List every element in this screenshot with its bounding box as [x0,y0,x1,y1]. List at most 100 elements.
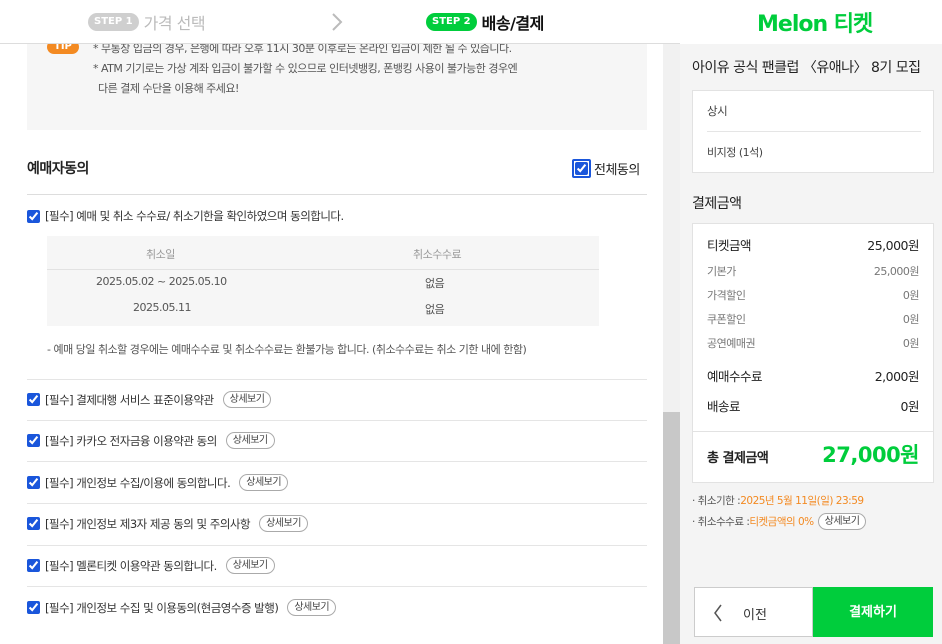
view-detail-button[interactable]: 상세보기 [225,557,275,574]
step-2-label: 배송/결제 [481,14,545,33]
scrollbar-thumb[interactable] [663,412,680,644]
agreement-item-cancel-fee[interactable]: [필수] 예매 및 취소 수수료/ 취소기한을 확인하였으며 동의합니다. [27,208,344,224]
agreement-checkbox[interactable] [27,209,40,223]
view-detail-button[interactable]: 상세보기 [817,513,867,530]
delivery-fee-line: 배송료 0원 [707,396,920,415]
total-amount-label: 총 결제금액 [707,451,769,466]
cancel-deadline-info: · 취소기한 : 2025년 5월 11일(일) 23:59 [692,493,864,508]
ticket-amount-value: 25,000원 [867,238,919,253]
tip-line: 다른 결제 수단을 이용해 주세요! [98,82,239,95]
divider [27,379,647,380]
step-2-badge: STEP 2 [426,13,477,31]
base-price-value: 25,000원 [873,265,920,278]
view-detail-button[interactable]: 상세보기 [239,474,289,491]
chevron-left-icon [714,604,722,622]
prev-button[interactable]: 이전 [694,587,813,637]
divider [693,431,933,432]
prev-button-label: 이전 [743,607,767,622]
step-2-delivery-payment[interactable]: STEP 2 배송/결제 [426,10,544,34]
divider [27,420,647,421]
cancel-fee-value: 티켓금액의 0% [749,516,814,528]
agreement-checkbox[interactable] [27,476,40,489]
delivery-fee-value: 0원 [900,399,920,414]
agreement-checkbox[interactable] [27,559,40,572]
pay-button[interactable]: 결제하기 [813,587,933,637]
tip-line: * ATM 기기로는 가상 계좌 입금이 불가할 수 있으므로 인터넷뱅킹, 폰… [93,62,518,75]
agree-all-label: 전체동의 [594,163,640,178]
agreement-item-kakao-terms[interactable]: [필수] 카카오 전자금융 이용약관 동의 상세보기 [27,432,275,449]
show-voucher-label: 공연예매권 [707,337,756,350]
agree-all-checkbox-frame [572,159,591,178]
melon-ticket-logo: Melon 티켓 [757,12,873,37]
agreement-item-label: [필수] 카카오 전자금융 이용약관 동의 [45,433,217,448]
scrollbar[interactable] [663,44,680,644]
payment-step-panel: STEP 1 가격 선택 STEP 2 배송/결제 TIP * 무통장 입금의 … [0,0,680,644]
seat-info-box: 상시 비지정 (1석) [692,90,934,173]
coupon-discount-label: 쿠폰할인 [707,313,746,326]
booking-page: STEP 1 가격 선택 STEP 2 배송/결제 TIP * 무통장 입금의 … [0,0,942,644]
booking-fee-line: 예매수수료 2,000원 [707,366,920,385]
divider [27,194,647,195]
price-discount-value: 0원 [902,289,920,302]
tip-box: TIP * 무통장 입금의 경우, 은행에 따라 오후 11시 30분 이후로는… [27,44,647,130]
agreement-item-label: [필수] 개인정보 제3자 제공 동의 및 주의사항 [45,516,251,531]
step-1-badge: STEP 1 [88,13,139,31]
delivery-fee-label: 배송료 [707,399,741,414]
cancel-fee-table: 취소일 취소수수료 2025.05.02 ~ 2025.05.10 없음 202… [47,236,599,326]
table-header-cancel-date: 취소일 [146,248,175,261]
show-voucher-value: 0원 [902,337,920,350]
divider [27,461,647,462]
table-cell: 없음 [425,277,445,290]
cancel-deadline-value: 2025년 5월 11일(일) 23:59 [740,495,864,507]
logo-bar: Melon 티켓 [680,0,942,44]
table-cell: 2025.05.02 ~ 2025.05.10 [96,275,227,288]
cancel-fee-info: · 취소수수료 : 티켓금액의 0% 상세보기 [692,513,867,530]
table-header-cancel-fee: 취소수수료 [413,248,462,261]
table-cell: 2025.05.11 [133,301,191,314]
agree-all-checkbox[interactable] [575,162,588,175]
agreement-item-privacy-collect[interactable]: [필수] 개인정보 수집/이용에 동의합니다. 상세보기 [27,474,289,491]
table-header-divider [47,269,599,270]
booking-fee-value: 2,000원 [874,369,920,384]
agreement-item-third-party[interactable]: [필수] 개인정보 제3자 제공 동의 및 주의사항 상세보기 [27,515,308,532]
schedule-text: 상시 [707,104,728,118]
view-detail-button[interactable]: 상세보기 [259,515,308,532]
cancel-fee-label: · 취소수수료 : [692,516,750,528]
total-amount-value: 27,000원 [822,443,919,467]
coupon-discount-line: 쿠폰할인 0원 [707,311,920,327]
agreement-item-melon-terms[interactable]: [필수] 멜론티켓 이용약관 동의합니다. 상세보기 [27,557,275,574]
divider [27,545,647,546]
agreement-item-label: [필수] 개인정보 수집 및 이용동의(현금영수증 발행) [45,600,279,615]
tip-line: * 무통장 입금의 경우, 은행에 따라 오후 11시 30분 이후로는 온라인… [93,44,512,55]
agreement-item-cash-receipt[interactable]: [필수] 개인정보 수집 및 이용동의(현금영수증 발행) 상세보기 [27,599,337,616]
total-amount-line: 총 결제금액 27,000원 [707,439,919,469]
view-detail-button[interactable]: 상세보기 [287,599,337,616]
agree-all-toggle[interactable]: 전체동의 [572,159,640,178]
view-detail-button[interactable]: 상세보기 [225,432,275,449]
price-discount-line: 가격할인 0원 [707,287,920,303]
agreement-item-label: [필수] 개인정보 수집/이용에 동의합니다. [45,475,231,490]
base-price-label: 기본가 [707,265,736,278]
cancel-note: - 예매 당일 취소할 경우에는 예매수수료 및 취소수수료는 환불가능 합니다… [47,343,527,356]
view-detail-button[interactable]: 상세보기 [222,391,272,408]
divider [27,586,647,587]
agreement-checkbox[interactable] [27,601,40,614]
payment-breakdown: 티켓금액 25,000원 기본가 25,000원 가격할인 0원 쿠폰할인 0원… [692,223,934,483]
agreement-title: 예매자동의 [27,161,89,177]
ticket-amount-label: 티켓금액 [707,238,752,253]
order-summary-panel: Melon 티켓 아이유 공식 팬클럽 〈유애나〉 8기 모집 상시 비지정 (… [680,0,942,644]
event-title: 아이유 공식 팬클럽 〈유애나〉 8기 모집 [692,60,921,76]
agreement-checkbox[interactable] [27,393,40,406]
agreement-checkbox[interactable] [27,517,40,530]
agreement-item-label: [필수] 멜론티켓 이용약관 동의합니다. [45,558,217,573]
step-bar: STEP 1 가격 선택 STEP 2 배송/결제 [0,0,680,44]
agreement-scroll-area[interactable]: TIP * 무통장 입금의 경우, 은행에 따라 오후 11시 30분 이후로는… [0,44,663,644]
seat-text: 비지정 (1석) [707,146,763,159]
booking-fee-label: 예매수수료 [707,369,763,384]
payment-amount-title: 결제금액 [692,196,742,212]
agreement-item-payment-terms[interactable]: [필수] 결제대행 서비스 표준이용약관 상세보기 [27,391,272,408]
divider [707,131,921,132]
ticket-amount-line: 티켓금액 25,000원 [707,235,919,254]
agreement-checkbox[interactable] [27,434,40,447]
step-1-price-select[interactable]: STEP 1 가격 선택 [88,10,206,34]
